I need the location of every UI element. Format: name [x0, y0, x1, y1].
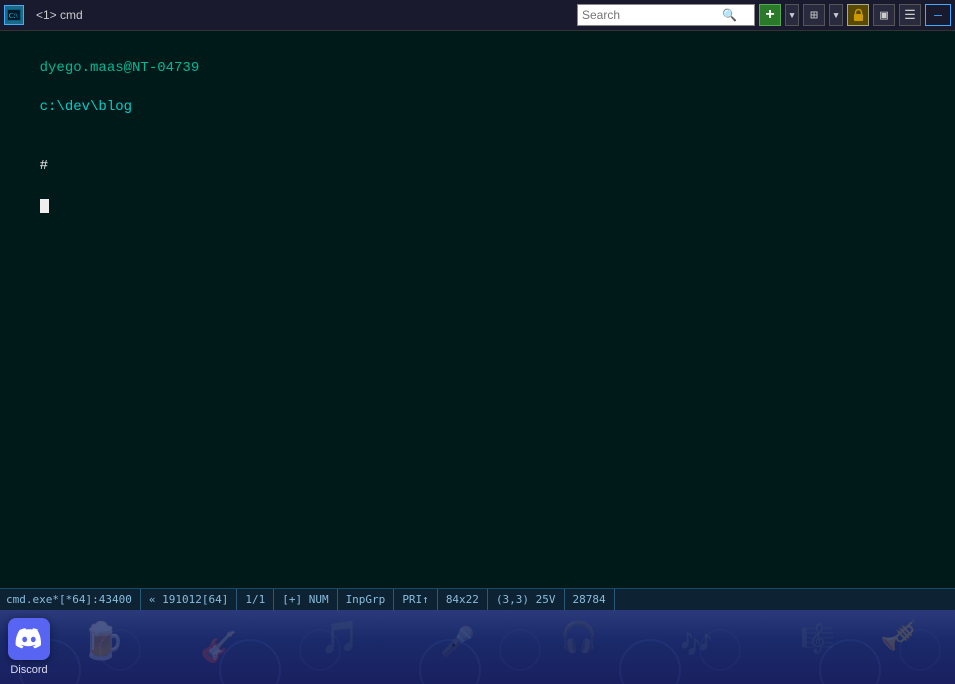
svg-text:C:\: C:\	[9, 12, 18, 20]
status-extra: 28784	[565, 589, 615, 610]
taskbar-discord[interactable]: Discord	[8, 618, 50, 676]
search-box[interactable]: 🔍	[577, 4, 755, 26]
status-process: cmd.exe*[*64]:43400	[6, 589, 141, 610]
search-icon: 🔍	[722, 8, 737, 23]
user-host: dyego.maas@NT-04739	[40, 60, 200, 76]
minimize-button[interactable]: —	[925, 4, 951, 26]
add-tab-button[interactable]: +	[759, 4, 781, 26]
discord-icon	[8, 618, 50, 660]
prompt-char: #	[40, 158, 48, 174]
deco-1: 🍺	[80, 620, 125, 664]
status-position: 1/1	[237, 589, 274, 610]
deco-8: 🎺	[880, 618, 917, 655]
monitor-button[interactable]: ⊞	[803, 4, 825, 26]
lock-button[interactable]	[847, 4, 869, 26]
status-size: 84x22	[438, 589, 488, 610]
window-title: <1> cmd	[28, 8, 91, 22]
monitor-dropdown[interactable]: ▾	[829, 4, 843, 26]
taskbar: 🍺 🎸 🎵 🎤 🎧 🎶 🎼 🎺 Discord	[0, 610, 955, 684]
search-input[interactable]	[582, 8, 722, 22]
terminal-area[interactable]: dyego.maas@NT-04739 c:\dev\blog #	[0, 31, 955, 588]
app-icon: C:\	[4, 5, 24, 25]
discord-label: Discord	[10, 664, 47, 676]
deco-2: 🎸	[200, 630, 237, 667]
status-pri: PRI↑	[394, 589, 438, 610]
cursor	[40, 199, 49, 213]
terminal-input-line[interactable]: #	[6, 137, 949, 235]
statusbar: cmd.exe*[*64]:43400 « 191012[64] 1/1 [+]…	[0, 588, 955, 610]
add-tab-dropdown[interactable]: ▾	[785, 4, 799, 26]
deco-7: 🎼	[800, 622, 835, 657]
current-path: c:\dev\blog	[40, 99, 132, 115]
deco-4: 🎤	[440, 625, 475, 660]
deco-3: 🎵	[320, 618, 360, 658]
menu-button[interactable]: ☰	[899, 4, 921, 26]
status-inpgrp: InpGrp	[338, 589, 395, 610]
status-buffer: « 191012[64]	[141, 589, 237, 610]
pane-button[interactable]: ▣	[873, 4, 895, 26]
titlebar: C:\ <1> cmd 🔍 + ▾ ⊞ ▾ ▣ ☰ —	[0, 0, 955, 31]
status-keys: [+] NUM	[274, 589, 337, 610]
status-coords: (3,3) 25V	[488, 589, 565, 610]
deco-5: 🎧	[560, 620, 597, 657]
terminal-prompt-line: dyego.maas@NT-04739 c:\dev\blog	[6, 39, 949, 137]
deco-6: 🎶	[680, 630, 712, 661]
